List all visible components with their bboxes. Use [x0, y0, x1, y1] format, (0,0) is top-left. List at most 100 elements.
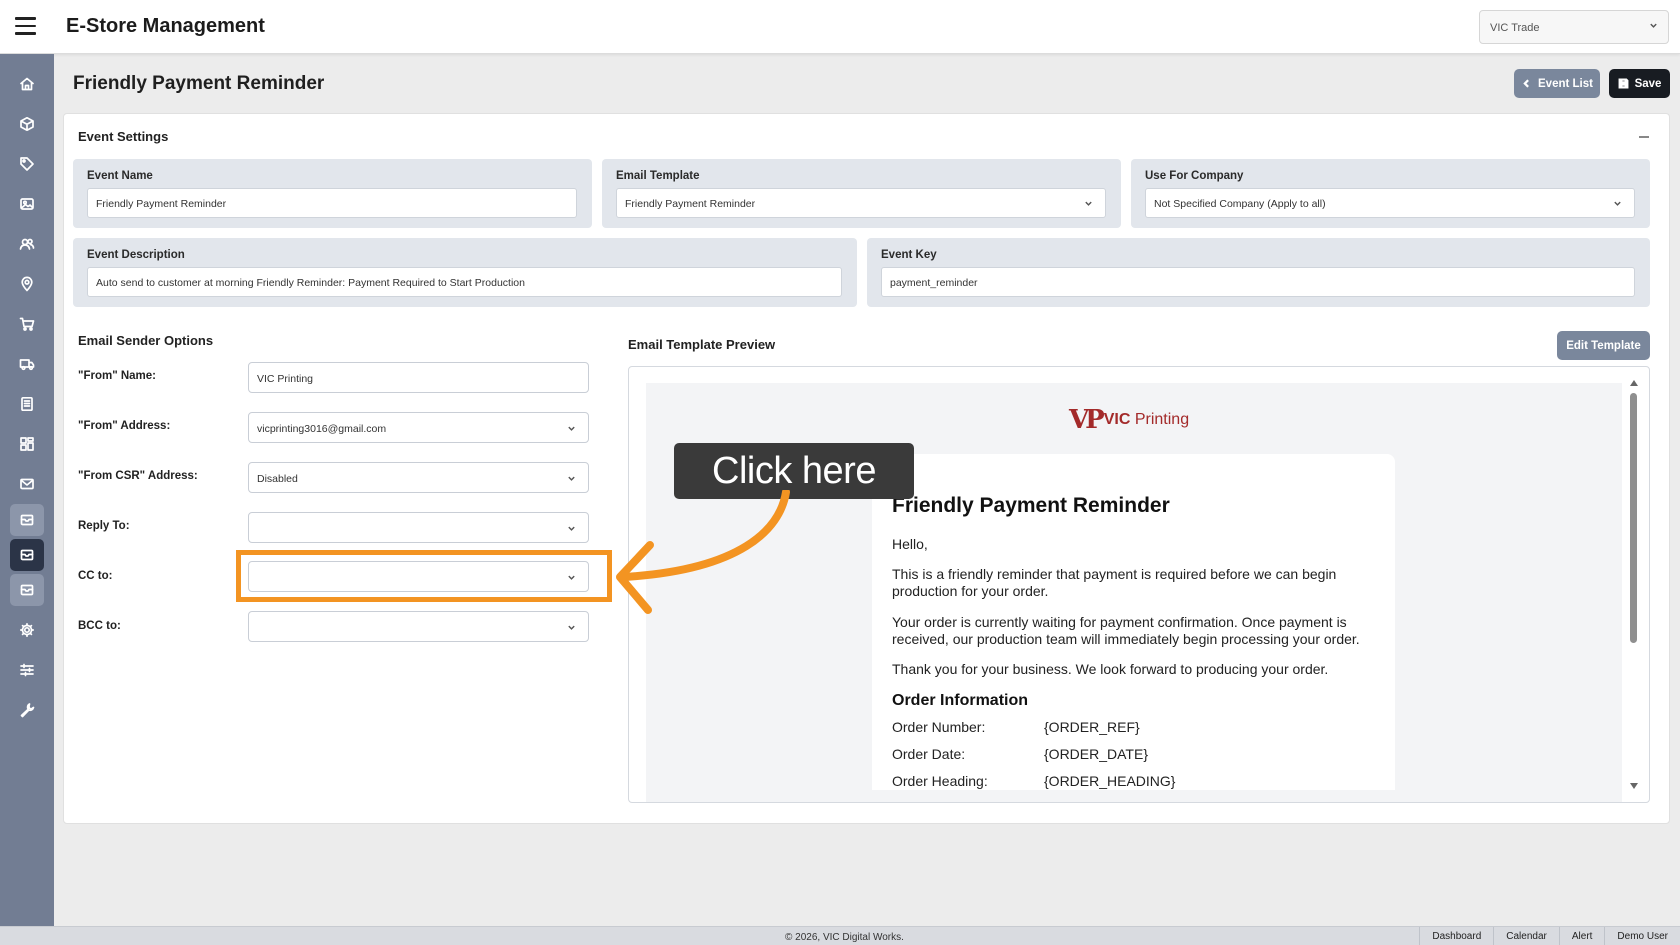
vic-printing-logo: VP VIC Printing — [1069, 405, 1189, 435]
event-key-label: Event Key — [881, 249, 937, 261]
chevron-down-icon — [567, 424, 576, 433]
email-template-value: Friendly Payment Reminder — [625, 198, 756, 210]
event-name-group: Event Name Friendly Payment Reminder — [73, 159, 592, 228]
copyright-text: © 2026, VIC Digital Works. — [785, 932, 904, 943]
event-name-value: Friendly Payment Reminder — [96, 198, 227, 210]
grid-icon[interactable] — [10, 428, 44, 460]
bcc-to-label: BCC to: — [78, 620, 121, 632]
footer: © 2026, VIC Digital Works. Dashboard Cal… — [0, 926, 1680, 945]
hamburger-menu-icon[interactable] — [15, 17, 36, 35]
chevron-down-icon — [567, 524, 576, 533]
app-title: E-Store Management — [66, 15, 265, 37]
footer-link-user[interactable]: Demo User — [1604, 927, 1680, 945]
use-for-company-value: Not Specified Company (Apply to all) — [1154, 198, 1326, 210]
location-icon[interactable] — [10, 268, 44, 300]
from-csr-label: "From CSR" Address: — [78, 470, 198, 482]
logo-text: VIC Printing — [1104, 411, 1189, 429]
sidebar — [0, 54, 54, 926]
event-description-input[interactable]: Auto send to customer at morning Friendl… — [87, 267, 842, 297]
reply-to-label: Reply To: — [78, 520, 130, 532]
event-name-label: Event Name — [87, 170, 153, 182]
order-heading-value: {ORDER_HEADING} — [1044, 773, 1176, 789]
wrench-icon[interactable] — [10, 694, 44, 726]
callout-arrow-icon — [616, 490, 790, 614]
chevron-down-icon — [1613, 199, 1622, 208]
sliders-icon[interactable] — [10, 654, 44, 686]
from-address-label: "From" Address: — [78, 420, 171, 432]
event-list-button[interactable]: Event List — [1514, 69, 1600, 98]
email-template-group: Email Template Friendly Payment Reminder — [602, 159, 1121, 228]
order-date-value: {ORDER_DATE} — [1044, 746, 1148, 762]
from-address-value: vicprinting3016@gmail.com — [257, 423, 387, 435]
footer-links: Dashboard Calendar Alert Demo User — [1419, 927, 1680, 945]
email-heading: Friendly Payment Reminder — [892, 494, 1170, 517]
logo-text-bold: VIC — [1103, 411, 1131, 428]
scroll-down-arrow[interactable] — [1630, 783, 1638, 789]
tag-icon[interactable] — [10, 148, 44, 180]
footer-link-alert[interactable]: Alert — [1558, 927, 1605, 945]
cart-icon[interactable] — [10, 308, 44, 340]
page-title: Friendly Payment Reminder — [73, 73, 325, 94]
email-paragraph-1: This is a friendly reminder that payment… — [892, 566, 1337, 599]
scroll-up-arrow[interactable] — [1630, 380, 1638, 386]
home-icon[interactable] — [10, 68, 44, 100]
from-name-value: VIC Printing — [257, 373, 314, 385]
event-key-input[interactable]: payment_reminder — [881, 267, 1635, 297]
chevron-down-icon — [1084, 199, 1093, 208]
top-bar: E-Store Management VIC Trade — [0, 0, 1680, 54]
save-button[interactable]: Save — [1609, 69, 1670, 98]
collapse-icon[interactable] — [1639, 136, 1649, 138]
order-number-label: Order Number: — [892, 719, 986, 735]
mail-icon[interactable] — [10, 574, 44, 606]
box-icon[interactable] — [10, 108, 44, 140]
image-icon[interactable] — [10, 188, 44, 220]
bcc-to-select[interactable] — [248, 611, 589, 642]
from-csr-select[interactable]: Disabled — [248, 462, 589, 493]
order-information-title: Order Information — [892, 692, 1029, 709]
use-for-company-group: Use For Company Not Specified Company (A… — [1131, 159, 1650, 228]
order-number-value: {ORDER_REF} — [1044, 719, 1140, 735]
footer-link-dashboard[interactable]: Dashboard — [1419, 927, 1493, 945]
users-icon[interactable] — [10, 228, 44, 260]
email-greeting: Hello, — [892, 536, 928, 552]
edit-template-button[interactable]: Edit Template — [1557, 331, 1650, 360]
mail-icon[interactable] — [10, 539, 44, 571]
mail-icon[interactable] — [10, 504, 44, 536]
gear-icon[interactable] — [10, 614, 44, 646]
email-template-label: Email Template — [616, 170, 700, 182]
event-settings-title: Event Settings — [78, 129, 169, 144]
event-key-value: payment_reminder — [890, 277, 978, 289]
footer-link-calendar[interactable]: Calendar — [1493, 927, 1559, 945]
truck-icon[interactable] — [10, 348, 44, 380]
event-description-group: Event Description Auto send to customer … — [73, 238, 857, 307]
mail-icon[interactable] — [10, 468, 44, 500]
event-name-input[interactable]: Friendly Payment Reminder — [87, 188, 577, 218]
order-date-label: Order Date: — [892, 746, 966, 762]
preview-title: Email Template Preview — [628, 337, 776, 352]
cc-to-highlight — [236, 550, 612, 602]
from-name-label: "From" Name: — [78, 370, 157, 382]
event-description-label: Event Description — [87, 249, 185, 261]
company-select[interactable]: VIC Trade — [1479, 10, 1669, 44]
from-address-select[interactable]: vicprinting3016@gmail.com — [248, 412, 589, 443]
chevron-down-icon — [567, 623, 576, 632]
reply-to-select[interactable] — [248, 512, 589, 543]
event-list-label: Event List — [1538, 77, 1593, 90]
from-name-input[interactable]: VIC Printing — [248, 362, 589, 393]
chevron-left-icon — [1523, 79, 1529, 88]
use-for-company-label: Use For Company — [1145, 170, 1244, 182]
email-paragraph-3: Thank you for your business. We look for… — [892, 661, 1329, 677]
logo-text-rest: Printing — [1130, 411, 1190, 428]
preview-scrollbar[interactable] — [1630, 393, 1637, 643]
chevron-down-icon — [1649, 21, 1658, 30]
document-icon[interactable] — [10, 388, 44, 420]
sender-options-title: Email Sender Options — [78, 333, 214, 348]
use-for-company-select[interactable]: Not Specified Company (Apply to all) — [1145, 188, 1635, 218]
from-csr-value: Disabled — [257, 473, 298, 485]
logo-mark: VP — [1069, 405, 1105, 435]
floppy-disk-icon — [1618, 78, 1629, 89]
email-template-select[interactable]: Friendly Payment Reminder — [616, 188, 1106, 218]
chevron-down-icon — [567, 474, 576, 483]
save-label: Save — [1634, 77, 1662, 90]
order-heading-label: Order Heading: — [892, 773, 988, 789]
